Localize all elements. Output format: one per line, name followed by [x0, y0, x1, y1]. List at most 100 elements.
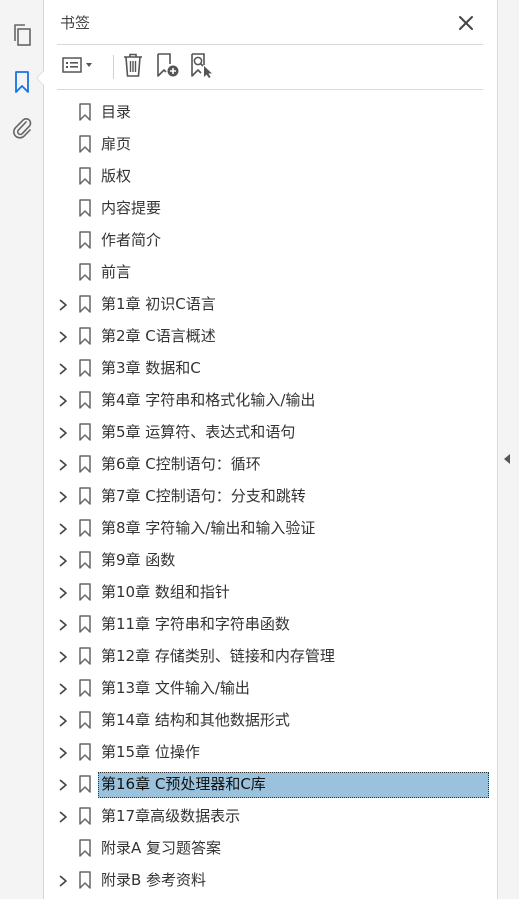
bookmark-label: 第11章 字符串和字符串函数	[101, 615, 290, 633]
bookmark-item[interactable]: 第14章 结构和其他数据形式	[45, 704, 497, 736]
bookmark-icon	[78, 263, 92, 281]
find-current-bookmark-button[interactable]	[187, 52, 217, 82]
bookmark-label: 第2章 C语言概述	[101, 327, 216, 345]
expand-chevron-icon[interactable]	[57, 457, 69, 471]
bookmark-icon	[78, 519, 92, 537]
bookmark-icon	[78, 455, 92, 473]
navigation-rail	[0, 0, 44, 899]
bookmark-item[interactable]: 第9章 函数	[45, 544, 497, 576]
options-menu-button[interactable]	[59, 52, 99, 82]
collapse-arrow-icon[interactable]	[504, 454, 510, 464]
bookmark-item[interactable]: 第2章 C语言概述	[45, 320, 497, 352]
bookmark-icon	[78, 327, 92, 345]
bookmark-icon	[78, 807, 92, 825]
bookmark-item[interactable]: 第11章 字符串和字符串函数	[45, 608, 497, 640]
expand-chevron-icon[interactable]	[57, 585, 69, 599]
bookmark-icon	[78, 583, 92, 601]
expand-chevron-icon[interactable]	[57, 425, 69, 439]
bookmark-label: 内容提要	[101, 199, 162, 217]
bookmark-icon	[78, 423, 92, 441]
expand-chevron-icon[interactable]	[57, 393, 69, 407]
find-current-bookmark-icon	[188, 52, 216, 82]
bookmark-item[interactable]: 第12章 存储类别、链接和内存管理	[45, 640, 497, 672]
bookmark-label: 第5章 运算符、表达式和语句	[101, 423, 296, 441]
bookmark-item[interactable]: 内容提要	[45, 192, 497, 224]
new-bookmark-icon	[154, 52, 182, 82]
header-divider	[57, 44, 483, 45]
expand-chevron-icon[interactable]	[57, 777, 69, 791]
expand-chevron-icon[interactable]	[57, 713, 69, 727]
bookmark-label: 第6章 C控制语句：循环	[101, 455, 261, 473]
toolbar-divider	[57, 89, 483, 90]
bookmark-icon	[78, 743, 92, 761]
expand-chevron-icon[interactable]	[57, 873, 69, 887]
bookmark-item[interactable]: 第7章 C控制语句：分支和跳转	[45, 480, 497, 512]
bookmark-icon	[78, 647, 92, 665]
bookmark-label: 第3章 数据和C	[101, 359, 201, 377]
bookmark-item[interactable]: 前言	[45, 256, 497, 288]
bookmark-label: 第13章 文件输入/输出	[101, 679, 250, 697]
bookmark-item[interactable]: 第17章高级数据表示	[45, 800, 497, 832]
expand-chevron-icon[interactable]	[57, 361, 69, 375]
bookmark-label: 第12章 存储类别、链接和内存管理	[101, 647, 335, 665]
bookmark-label: 扉页	[101, 135, 132, 153]
delete-bookmark-button[interactable]	[119, 52, 147, 82]
expand-chevron-icon[interactable]	[57, 489, 69, 503]
bookmark-toolbar	[57, 50, 483, 84]
bookmark-item[interactable]: 第15章 位操作	[45, 736, 497, 768]
expand-chevron-icon[interactable]	[57, 809, 69, 823]
bookmark-item[interactable]: 第5章 运算符、表达式和语句	[45, 416, 497, 448]
expand-chevron-icon[interactable]	[57, 617, 69, 631]
expand-chevron-icon[interactable]	[57, 553, 69, 567]
close-panel-button[interactable]	[456, 13, 476, 33]
bookmark-label: 目录	[101, 103, 132, 121]
bookmark-icon	[78, 103, 92, 121]
page-thumbnails-icon	[11, 23, 33, 51]
close-icon	[456, 16, 476, 37]
bookmark-label: 第10章 数组和指针	[101, 583, 230, 601]
bookmark-label: 第16章 C预处理器和C库	[101, 775, 266, 793]
panel-collapse-strip[interactable]	[497, 0, 519, 899]
bookmark-label: 第4章 字符串和格式化输入/输出	[101, 391, 316, 409]
panel-title: 书签	[60, 14, 91, 32]
bookmark-icon	[78, 839, 92, 857]
expand-chevron-icon[interactable]	[57, 649, 69, 663]
bookmark-item[interactable]: 扉页	[45, 128, 497, 160]
bookmark-item[interactable]: 第3章 数据和C	[45, 352, 497, 384]
delete-bookmark-icon	[121, 52, 145, 82]
bookmark-label: 前言	[101, 263, 132, 281]
bookmark-item[interactable]: 附录A 复习题答案	[45, 832, 497, 864]
page-thumbnails-button[interactable]	[0, 17, 44, 57]
bookmark-icon	[78, 551, 92, 569]
bookmark-item[interactable]: 第4章 字符串和格式化输入/输出	[45, 384, 497, 416]
toolbar-separator	[113, 55, 114, 79]
bookmark-label: 附录B 参考资料	[101, 871, 207, 889]
bookmark-icon	[78, 359, 92, 377]
bookmark-item[interactable]: 第10章 数组和指针	[45, 576, 497, 608]
new-bookmark-button[interactable]	[153, 52, 183, 82]
expand-chevron-icon[interactable]	[57, 297, 69, 311]
bookmark-item[interactable]: 第6章 C控制语句：循环	[45, 448, 497, 480]
bookmark-icon	[78, 615, 92, 633]
bookmark-icon	[78, 487, 92, 505]
bookmarks-panel: 书签 目录 扉页 版权 内容提要 作者简介 前言 第1章 初识C语言 第2章 C…	[45, 0, 497, 899]
bookmark-item[interactable]: 作者简介	[45, 224, 497, 256]
expand-chevron-icon[interactable]	[57, 521, 69, 535]
bookmark-label: 第7章 C控制语句：分支和跳转	[101, 487, 306, 505]
bookmark-item[interactable]: 版权	[45, 160, 497, 192]
bookmark-item[interactable]: 第13章 文件输入/输出	[45, 672, 497, 704]
bookmark-label: 第1章 初识C语言	[101, 295, 216, 313]
bookmark-item[interactable]: 附录B 参考资料	[45, 864, 497, 896]
expand-chevron-icon[interactable]	[57, 681, 69, 695]
bookmark-label: 第15章 位操作	[101, 743, 200, 761]
attachments-button[interactable]	[0, 109, 44, 149]
bookmark-icon	[78, 775, 92, 793]
bookmark-icon	[78, 711, 92, 729]
expand-chevron-icon[interactable]	[57, 745, 69, 759]
bookmark-item[interactable]: 第16章 C预处理器和C库	[45, 768, 497, 800]
bookmark-item[interactable]: 第8章 字符输入/输出和输入验证	[45, 512, 497, 544]
bookmark-item[interactable]: 目录	[45, 96, 497, 128]
bookmark-icon	[13, 70, 31, 98]
expand-chevron-icon[interactable]	[57, 329, 69, 343]
bookmark-item[interactable]: 第1章 初识C语言	[45, 288, 497, 320]
